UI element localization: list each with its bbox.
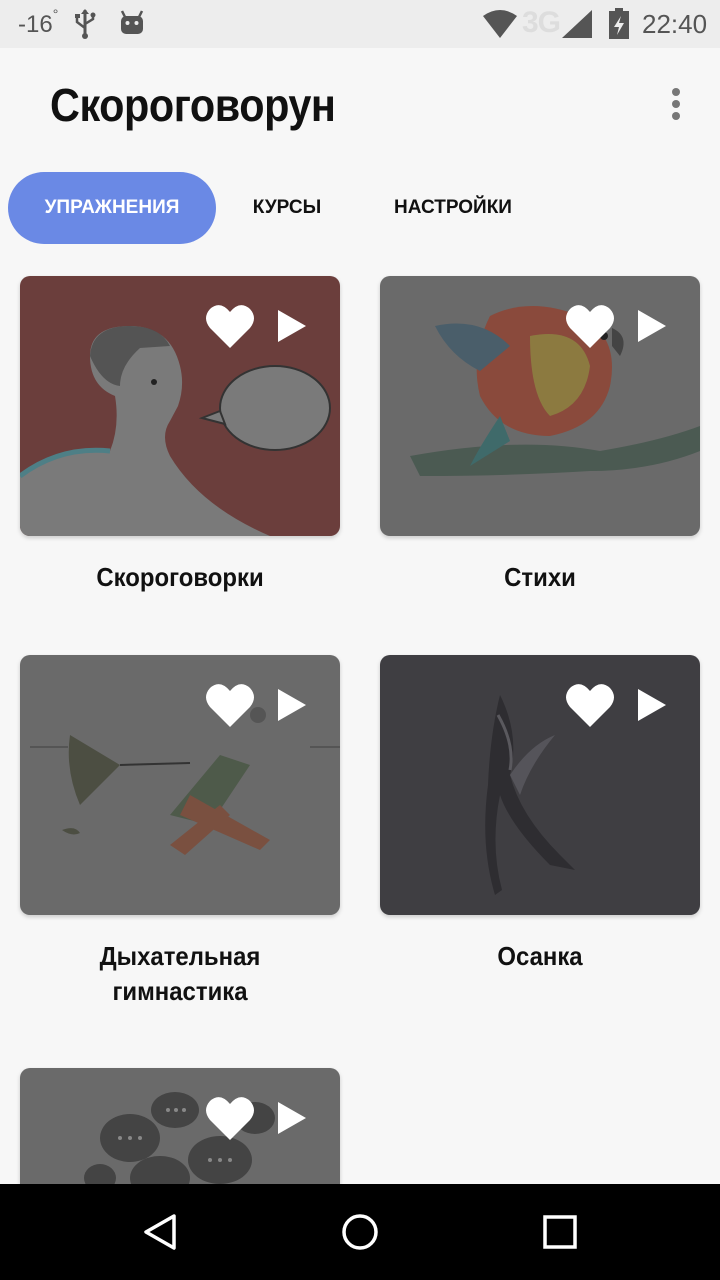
heart-icon[interactable]: [564, 302, 616, 350]
exercise-card-posture[interactable]: [380, 655, 700, 915]
tab-exercises[interactable]: УПРАЖНЕНИЯ: [8, 172, 216, 244]
navigation-bar: [0, 1184, 720, 1280]
card-label-posture: Осанка: [497, 941, 583, 971]
heart-icon[interactable]: [564, 681, 616, 729]
exercise-card-breathing[interactable]: [20, 655, 340, 915]
tab-courses[interactable]: КУРСЫ: [234, 172, 340, 244]
signal-icon: [562, 10, 592, 38]
back-icon[interactable]: [140, 1212, 180, 1252]
play-icon[interactable]: [636, 308, 668, 344]
card-label-line: Дыхательная: [99, 941, 261, 971]
play-icon[interactable]: [276, 1100, 308, 1136]
more-vert-icon: [672, 88, 680, 96]
play-icon[interactable]: [276, 308, 308, 344]
recents-icon[interactable]: [542, 1214, 578, 1250]
heart-icon[interactable]: [204, 1094, 256, 1142]
battery-charging-icon: [609, 8, 629, 39]
more-vert-icon: [672, 100, 680, 108]
usb-icon: [75, 9, 96, 39]
home-icon[interactable]: [340, 1212, 380, 1252]
play-icon[interactable]: [636, 687, 668, 723]
app-title: Скороговорун: [50, 79, 336, 131]
wifi-icon: [483, 10, 517, 38]
status-bar: -16° 3G 22:40: [0, 0, 720, 48]
card-label-breathing: Дыхательная гимнастика: [33, 939, 327, 1009]
exercise-card-tongue-twisters[interactable]: [20, 276, 340, 536]
heart-icon[interactable]: [204, 302, 256, 350]
clock: 22:40: [642, 9, 708, 39]
android-icon: [120, 10, 144, 34]
exercise-card-poems[interactable]: [380, 276, 700, 536]
tab-settings[interactable]: НАСТРОЙКИ: [380, 172, 526, 244]
card-label-line: гимнастика: [112, 976, 248, 1006]
more-vert-icon: [672, 112, 680, 120]
card-label-poems: Стихи: [504, 562, 576, 592]
network-type: 3G: [522, 6, 561, 39]
temperature-indicator: -16°: [18, 6, 58, 39]
temperature-unit: °: [52, 6, 59, 22]
play-icon[interactable]: [276, 687, 308, 723]
heart-icon[interactable]: [204, 681, 256, 729]
overflow-menu-button[interactable]: [660, 80, 692, 128]
temperature-value: -16: [18, 11, 53, 38]
card-label-tongue-twisters: Скороговорки: [96, 562, 264, 592]
